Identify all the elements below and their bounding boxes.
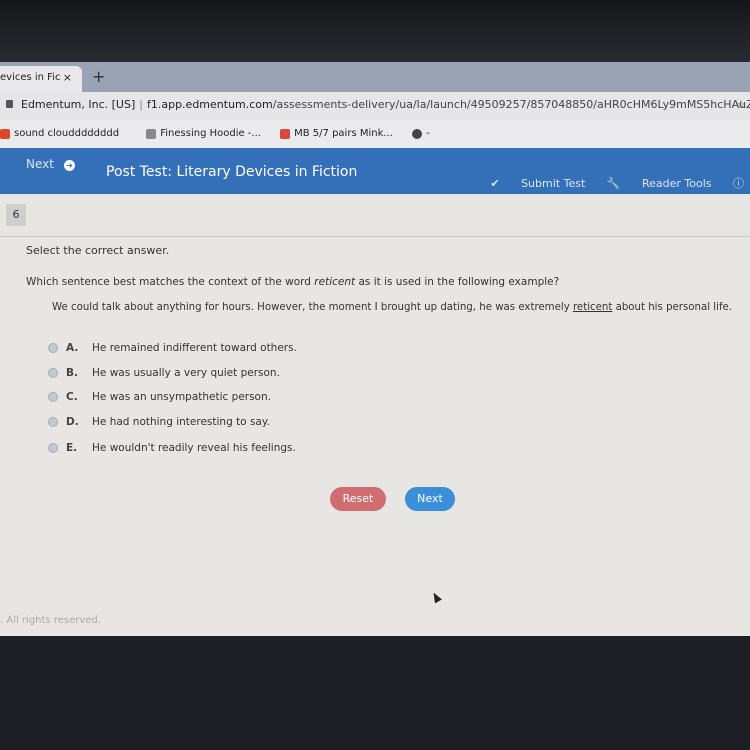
radio-button[interactable] (48, 417, 58, 427)
next-button[interactable]: Next (405, 487, 455, 511)
question-panel: 6 Select the correct answer. Which sente… (0, 194, 750, 636)
close-tab-icon[interactable]: × (63, 71, 72, 84)
answer-option-b[interactable]: B. He was usually a very quiet person. (48, 367, 280, 379)
screen-bezel (0, 0, 750, 65)
bookmark-star-icon[interactable]: ☆ (736, 98, 746, 111)
bookmarks-bar: sound cloudddddddd Finessing Hoodie -...… (0, 120, 750, 150)
answer-option-a[interactable]: A. He remained indifferent toward others. (48, 342, 297, 354)
soundcloud-icon (0, 128, 10, 139)
url-host: f1.app.edmentum.com (146, 98, 273, 111)
header-next-label: Next (26, 157, 54, 171)
browser-tab-bar: evices in Fic × + (0, 62, 750, 92)
footer-copyright: . All rights reserved. (0, 615, 101, 626)
lock-icon (6, 100, 13, 108)
reset-button[interactable]: Reset (330, 487, 386, 511)
bookmark-item[interactable]: MB 5/7 pairs Mink... (280, 128, 393, 139)
speaker-icon (146, 128, 157, 139)
bookmark-item[interactable]: - (412, 128, 430, 139)
answer-option-d[interactable]: D. He had nothing interesting to say. (48, 416, 270, 428)
radio-button[interactable] (48, 443, 58, 453)
mail-icon (280, 128, 291, 139)
instruction: Select the correct answer. (26, 244, 170, 257)
divider (0, 236, 750, 237)
info-icon[interactable]: ⓘ (733, 177, 744, 190)
submit-test-button[interactable]: ✔ Submit Test (490, 177, 585, 190)
bookmark-item[interactable]: Finessing Hoodie -... (146, 128, 261, 139)
browser-tab[interactable]: evices in Fic × (0, 66, 82, 92)
answer-option-e[interactable]: E. He wouldn't readily reveal his feeling… (48, 442, 296, 454)
example-sentence: We could talk about anything for hours. … (52, 302, 733, 313)
radio-button[interactable] (48, 343, 58, 353)
arrow-right-circle-icon: ➜ (63, 160, 75, 171)
reader-tools-button[interactable]: 🔧 Reader Tools (607, 177, 712, 190)
header-next-button[interactable]: Next ➜ (26, 157, 75, 171)
url-path: /assessments-delivery/ua/la/launch/49509… (272, 98, 750, 111)
e-icon (412, 128, 423, 139)
test-header: Next ➜ Post Test: Literary Devices in Fic… (0, 148, 750, 194)
bookmark-label: MB 5/7 pairs Mink... (294, 128, 393, 139)
mouse-cursor-icon (430, 590, 442, 604)
address-bar[interactable]: Edmentum, Inc. [US] | f1.app.edmentum.com/… (0, 92, 750, 120)
radio-button[interactable] (48, 368, 58, 378)
submit-label: Submit Test (521, 177, 586, 190)
site-identity: Edmentum, Inc. [US] (21, 98, 136, 111)
answer-option-c[interactable]: C. He was an unsympathetic person. (48, 391, 271, 403)
question-number: 6 (6, 204, 26, 226)
bookmark-label: Finessing Hoodie -... (160, 128, 261, 139)
bookmark-label: sound cloudddddddd (14, 128, 120, 139)
question-prompt: Which sentence best matches the context … (26, 276, 560, 288)
bookmark-item[interactable]: sound cloudddddddd (0, 128, 119, 139)
tab-title: evices in Fic (0, 72, 61, 83)
new-tab-button[interactable]: + (92, 67, 105, 86)
bookmark-label: - (426, 128, 430, 139)
radio-button[interactable] (48, 392, 58, 402)
page-title: Post Test: Literary Devices in Fiction (106, 164, 358, 180)
reader-tools-label: Reader Tools (641, 177, 712, 190)
